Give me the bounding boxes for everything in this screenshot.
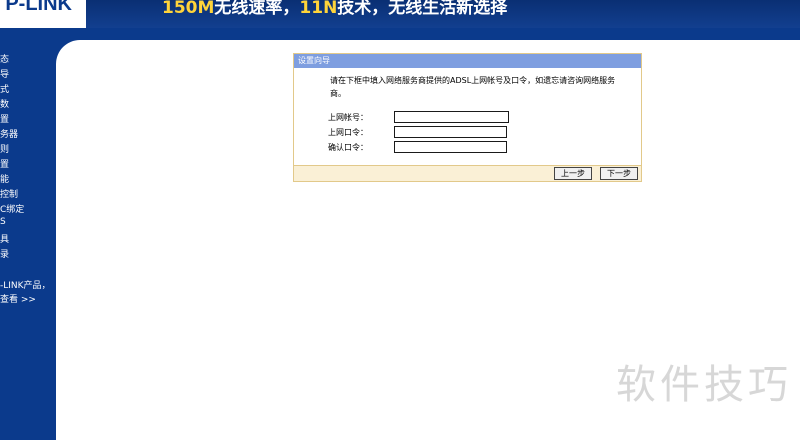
banner-slogan: 150M无线速率，11N技术，无线生活新选择 [162,0,507,18]
header-strip [0,28,800,40]
brand-logo: P-LINK [0,0,86,28]
password-input[interactable] [394,126,507,138]
wizard-description: 请在下框中填入网络服务商提供的ADSL上网帐号及口令，如遗忘请咨询网络服务商。 [330,76,616,98]
confirm-password-input[interactable] [394,141,507,153]
sidebar-item-mac-binding[interactable]: C绑定 [0,202,24,215]
sidebar-item-network-params[interactable]: 数 [0,97,9,110]
top-banner: P-LINK 150M无线速率，11N技术，无线生活新选择 [0,0,800,28]
sidebar-item-dhcp-server[interactable]: 务器 [0,127,18,140]
sidebar-item-setup-wizard[interactable]: 导 [0,67,9,80]
next-step-button[interactable]: 下一步 [600,167,638,180]
prev-step-button[interactable]: 上一步 [554,167,592,180]
slogan-text-1: 无线速率， [214,0,300,18]
sidebar-item-wireless-settings[interactable]: 置 [0,112,9,125]
slogan-text-2: 技术，无线生活新选择 [337,0,508,18]
account-label: 上网帐号： [328,113,368,122]
setup-wizard-panel: 设置向导 请在下框中填入网络服务商提供的ADSL上网帐号及口令，如遗忘请咨询网络… [293,53,642,182]
sidebar-item-ddns[interactable]: S [0,217,6,227]
sidebar-item-mode[interactable]: 式 [0,82,9,95]
logo-text: P-LINK [5,0,72,15]
slogan-speed: 150M [162,0,215,18]
watermark-text: 软件技巧 [616,362,792,408]
sidebar-item-access-control[interactable]: 控制 [0,187,18,200]
confirm-password-label: 确认口令： [328,143,368,152]
sidebar-item-security-settings[interactable]: 置 [0,157,9,170]
sidebar-corner [56,40,80,64]
sidebar-item-routing-function[interactable]: 能 [0,172,9,185]
sidebar-item-logout[interactable]: 录 [0,247,9,260]
sidebar-promo-link[interactable]: 查看 >> [0,292,36,305]
password-label: 上网口令： [328,128,368,137]
wizard-footer: 上一步 下一步 [294,165,641,181]
sidebar-promo-text: -LINK产品， [0,281,51,291]
wizard-title: 设置向导 [294,54,641,68]
sidebar-item-forwarding-rules[interactable]: 则 [0,142,9,155]
sidebar-item-system-tools[interactable]: 具 [0,232,9,245]
sidebar-menu: 态 导 式 数 置 务器 则 置 能 控制 C绑定 S 具 录 -LINK产品，… [0,40,56,440]
sidebar-item-status[interactable]: 态 [0,52,9,65]
account-input[interactable] [394,111,509,123]
slogan-tech: 11N [299,0,338,18]
